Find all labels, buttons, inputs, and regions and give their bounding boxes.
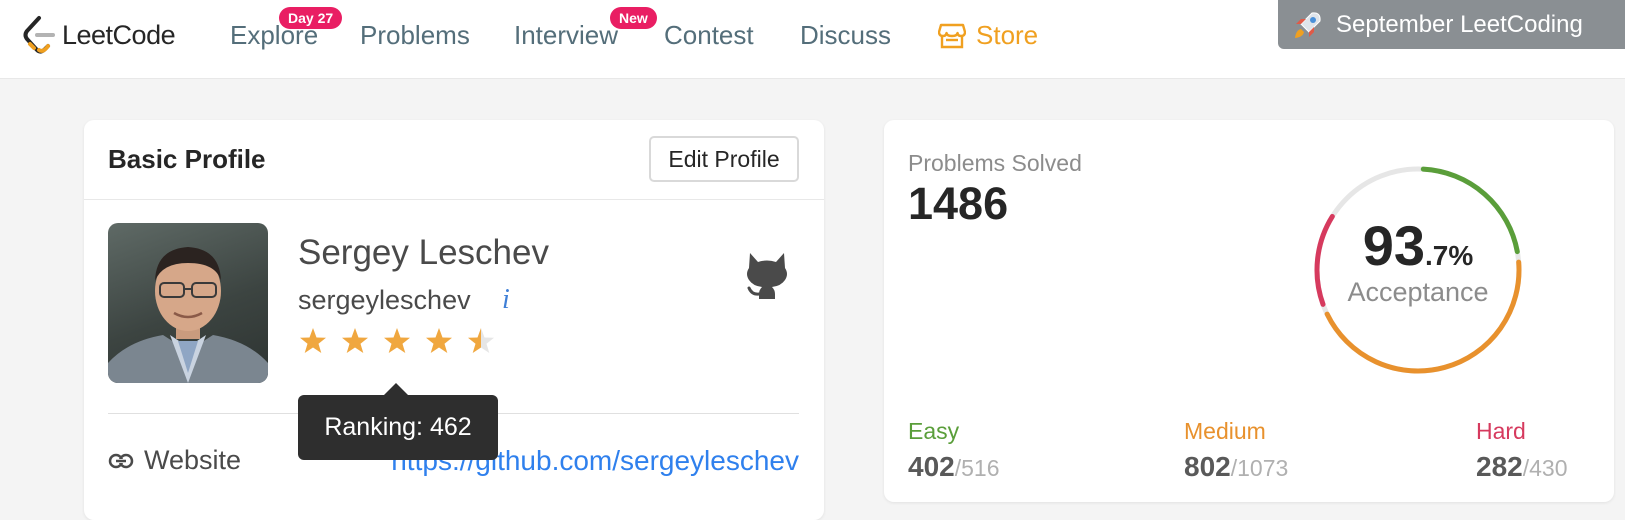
nav-contest-label: Contest — [664, 20, 754, 50]
rocket-icon — [1295, 11, 1321, 38]
nav-interview[interactable]: Interview — [514, 20, 618, 51]
nav-contest[interactable]: Contest — [664, 20, 754, 51]
nav-problems-label: Problems — [360, 20, 470, 50]
basic-profile-card: Basic Profile Edit Profile Sergey Lesche… — [84, 120, 824, 520]
top-nav: LeetCode Explore Day 27 Problems Intervi… — [0, 0, 1625, 79]
hard-stat: Hard 282/430 — [1476, 418, 1567, 483]
link-icon — [108, 453, 134, 468]
header-divider — [84, 199, 824, 200]
easy-stat: Easy 402/516 — [908, 418, 999, 483]
card-title: Basic Profile — [108, 144, 266, 174]
website-row: Website — [108, 445, 241, 476]
info-icon[interactable]: i — [502, 284, 510, 316]
nav-interview-label: Interview — [514, 20, 619, 50]
explore-day-badge: Day 27 — [279, 7, 343, 29]
hard-label: Hard — [1476, 418, 1526, 444]
nav-store-label: Store — [976, 20, 1039, 50]
star-icon — [426, 328, 452, 353]
star-icon — [342, 328, 368, 353]
easy-label: Easy — [908, 418, 960, 444]
hard-total: /430 — [1522, 455, 1568, 481]
medium-stat: Medium 802/1073 — [1184, 418, 1288, 483]
ranking-tooltip: Ranking: 462 — [298, 395, 498, 460]
rating-stars[interactable] — [298, 324, 508, 360]
full-name: Sergey Leschev — [298, 233, 549, 272]
website-label: Website — [144, 445, 242, 475]
star-icon — [300, 328, 326, 353]
promo-text: September LeetCoding — [1336, 10, 1583, 38]
acceptance-rate: 93.7% — [1312, 213, 1524, 278]
medium-label: Medium — [1184, 418, 1266, 444]
github-icon[interactable] — [744, 250, 790, 300]
leetcode-logo[interactable]: LeetCode — [22, 13, 176, 57]
avatar[interactable] — [108, 223, 268, 383]
nav-discuss-label: Discuss — [800, 20, 892, 50]
easy-total: /516 — [954, 455, 1000, 481]
solved-label: Problems Solved — [908, 150, 1082, 176]
avatar-portrait — [108, 247, 268, 383]
acceptance-dec: .7% — [1425, 240, 1474, 271]
half-star-icon — [468, 328, 494, 353]
solved-count: 1486 — [908, 178, 1009, 229]
nav-store[interactable]: Store — [938, 20, 1038, 51]
edit-profile-button[interactable]: Edit Profile — [649, 136, 799, 182]
promo-banner[interactable]: September LeetCoding — [1278, 0, 1625, 49]
nav-discuss[interactable]: Discuss — [800, 20, 891, 51]
medium-total: /1073 — [1230, 455, 1289, 481]
acceptance-int: 93 — [1362, 214, 1426, 277]
leetcode-logo-icon — [23, 16, 55, 54]
problems-solved-card: Problems Solved 1486 93.7% Acceptance Ea… — [884, 120, 1614, 502]
easy-solved: 402 — [908, 451, 955, 482]
medium-solved: 802 — [1184, 451, 1231, 482]
logo-text: LeetCode — [62, 19, 176, 50]
nav-problems[interactable]: Problems — [360, 20, 470, 51]
store-icon — [938, 23, 966, 48]
hard-solved: 282 — [1476, 451, 1523, 482]
star-icon — [384, 328, 410, 353]
tooltip-arrow — [384, 383, 408, 395]
acceptance-label: Acceptance — [1347, 277, 1489, 307]
interview-new-badge: New — [610, 7, 657, 29]
username: sergeyleschev — [298, 285, 471, 315]
